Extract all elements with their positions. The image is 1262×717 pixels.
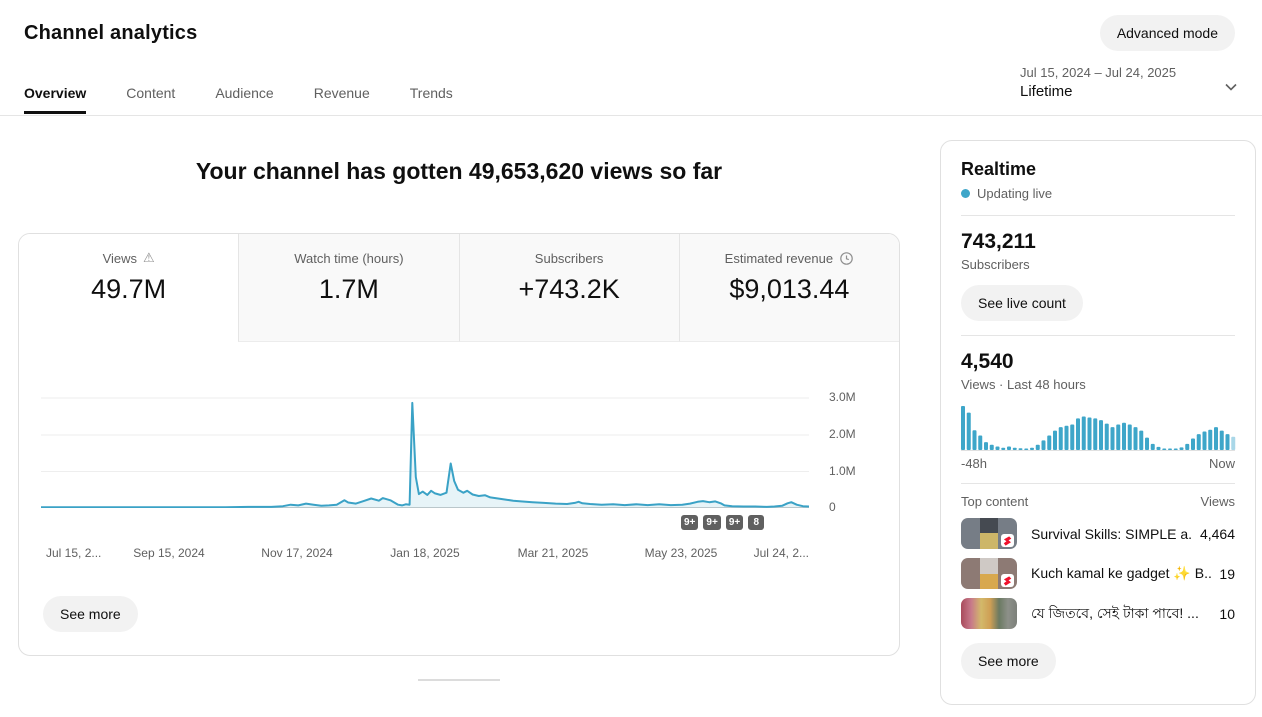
- video-title: যে জিতবে, সেই টাকা পাবে! ...: [1031, 604, 1199, 621]
- warning-icon: ⚠: [143, 251, 155, 266]
- date-period-label: Lifetime: [1020, 83, 1073, 100]
- overview-chart-card: Views ⚠ 49.7M Watch time (hours) 1.7M Subscri…: [18, 233, 900, 656]
- axis-left-label: -48h: [961, 456, 988, 471]
- analytics-tabs: Overview Content Audience Revenue Trends: [24, 85, 453, 114]
- key-metrics-strip: Views ⚠ 49.7M Watch time (hours) 1.7M Subscri…: [19, 234, 899, 342]
- top-content-label: Top content: [961, 494, 1029, 509]
- shorts-badge-icon: [1001, 534, 1014, 547]
- tab-overview[interactable]: Overview: [24, 85, 87, 114]
- page-title: Channel analytics: [24, 22, 198, 44]
- chart-x-axis: Jul 15, 2... Sep 15, 2024 Nov 17, 2024 Jan …: [19, 546, 831, 562]
- y-tick-label: 2.0M: [829, 427, 856, 441]
- channel-analytics-page: Channel analytics Advanced mode Overview…: [0, 0, 1262, 717]
- views-headline: Your channel has gotten 49,653,620 views…: [195, 158, 723, 184]
- chart-overflow-badges: 9+ 9+ 9+ 8: [681, 515, 765, 530]
- top-content-row[interactable]: যে জিতবে, সেই টাকা পাবে! ... 10: [961, 598, 1235, 629]
- live-dot-icon: [961, 189, 970, 198]
- shorts-badge-icon: [1001, 574, 1014, 587]
- realtime-card: Realtime Updating live 743,211 Subscribe…: [940, 140, 1256, 705]
- metric-card-watch-time-hours[interactable]: Watch time (hours) 1.7M: [238, 234, 459, 342]
- advanced-mode-button[interactable]: Advanced mode: [1099, 15, 1235, 51]
- video-thumbnail: [961, 558, 1017, 589]
- realtime-axis-labels: -48h Now: [961, 456, 1235, 471]
- metric-card-estimated-revenue[interactable]: Estimated revenue $9,013.44: [678, 234, 899, 342]
- tab-audience[interactable]: Audience: [215, 85, 273, 114]
- metric-card-views[interactable]: Views ⚠ 49.7M: [19, 234, 239, 342]
- video-thumbnail: [961, 598, 1017, 629]
- chart-marker-badge[interactable]: 9+: [725, 515, 744, 530]
- realtime-title: Realtime: [961, 159, 1037, 179]
- video-title: Kuch kamal ke gadget ✨ B...: [1031, 565, 1212, 581]
- top-content-header: Top content Views: [961, 494, 1235, 509]
- x-tick-label: Sep 15, 2024: [133, 546, 205, 560]
- subscriber-count: 743,211: [961, 230, 1036, 253]
- see-live-count-button[interactable]: See live count: [961, 285, 1083, 321]
- clock-icon: [840, 252, 853, 265]
- tab-trends[interactable]: Trends: [410, 85, 453, 114]
- metric-label: Estimated revenue: [724, 251, 834, 266]
- metric-label: Watch time (hours): [294, 251, 404, 266]
- date-range-selector[interactable]: Jul 15, 2024 – Jul 24, 2025 Lifetime: [1020, 65, 1176, 100]
- metric-value: +743.2K: [518, 274, 620, 304]
- metric-label: Subscribers: [534, 251, 604, 266]
- metric-value: 1.7M: [318, 274, 379, 304]
- video-views: 10: [1219, 605, 1235, 622]
- video-views: 4,464: [1199, 525, 1235, 542]
- divider: [961, 483, 1235, 484]
- y-tick-label: 0: [829, 500, 836, 514]
- chart-y-axis: 3.0M 2.0M 1.0M 0: [829, 381, 889, 514]
- views-48h-count: 4,540: [961, 350, 1014, 373]
- axis-right-label: Now: [1208, 456, 1235, 471]
- video-title: Survival Skills: SIMPLE a...: [1031, 525, 1192, 542]
- tab-content[interactable]: Content: [126, 85, 175, 114]
- x-tick-label: Jul 24, 2...: [753, 546, 809, 560]
- metric-label: Views: [102, 251, 138, 266]
- divider: [961, 335, 1235, 336]
- y-tick-label: 1.0M: [829, 463, 856, 478]
- realtime-status-text: Updating live: [977, 186, 1053, 201]
- x-tick-label: Jan 18, 2025: [390, 546, 460, 560]
- metric-value: 49.7M: [91, 274, 167, 304]
- scroll-divider: [418, 679, 500, 681]
- realtime-see-more-button[interactable]: See more: [961, 643, 1056, 679]
- see-more-button[interactable]: See more: [43, 596, 138, 632]
- date-range-text: Jul 15, 2024 – Jul 24, 2025: [1020, 65, 1177, 80]
- views-column-label: Views: [1200, 494, 1235, 509]
- divider: [961, 215, 1235, 216]
- top-content-list: Survival Skills: SIMPLE a... 4,464 Kuch ka…: [961, 518, 1235, 629]
- chart-marker-badge[interactable]: 9+: [681, 515, 699, 530]
- subscriber-label: Subscribers: [961, 257, 1030, 272]
- video-views: 19: [1219, 565, 1235, 582]
- x-tick-label: Nov 17, 2024: [261, 546, 333, 560]
- views-48h-label: Views · Last 48 hours: [961, 377, 1086, 392]
- video-thumbnail: [961, 518, 1017, 549]
- chart-marker-badge[interactable]: 9+: [703, 515, 721, 530]
- views-line-chart[interactable]: [41, 381, 809, 508]
- x-tick-label: Mar 21, 2025: [517, 546, 589, 560]
- tab-revenue[interactable]: Revenue: [314, 85, 370, 114]
- metric-card-subscribers[interactable]: Subscribers +743.2K: [458, 234, 679, 342]
- realtime-status: Updating live: [961, 186, 1235, 201]
- top-content-row[interactable]: Survival Skills: SIMPLE a... 4,464: [961, 518, 1235, 549]
- chevron-down-icon[interactable]: [1222, 78, 1240, 99]
- y-tick-label: 3.0M: [829, 390, 856, 404]
- metric-value: $9,013.44: [729, 274, 850, 304]
- x-tick-label: Jul 15, 2...: [46, 546, 102, 560]
- chart-marker-badge[interactable]: 8: [748, 515, 765, 530]
- x-tick-label: May 23, 2025: [644, 546, 718, 560]
- top-content-row[interactable]: Kuch kamal ke gadget ✨ B... 19: [961, 558, 1235, 589]
- tabs-divider: [0, 115, 1262, 116]
- realtime-bar-chart[interactable]: [961, 404, 1236, 451]
